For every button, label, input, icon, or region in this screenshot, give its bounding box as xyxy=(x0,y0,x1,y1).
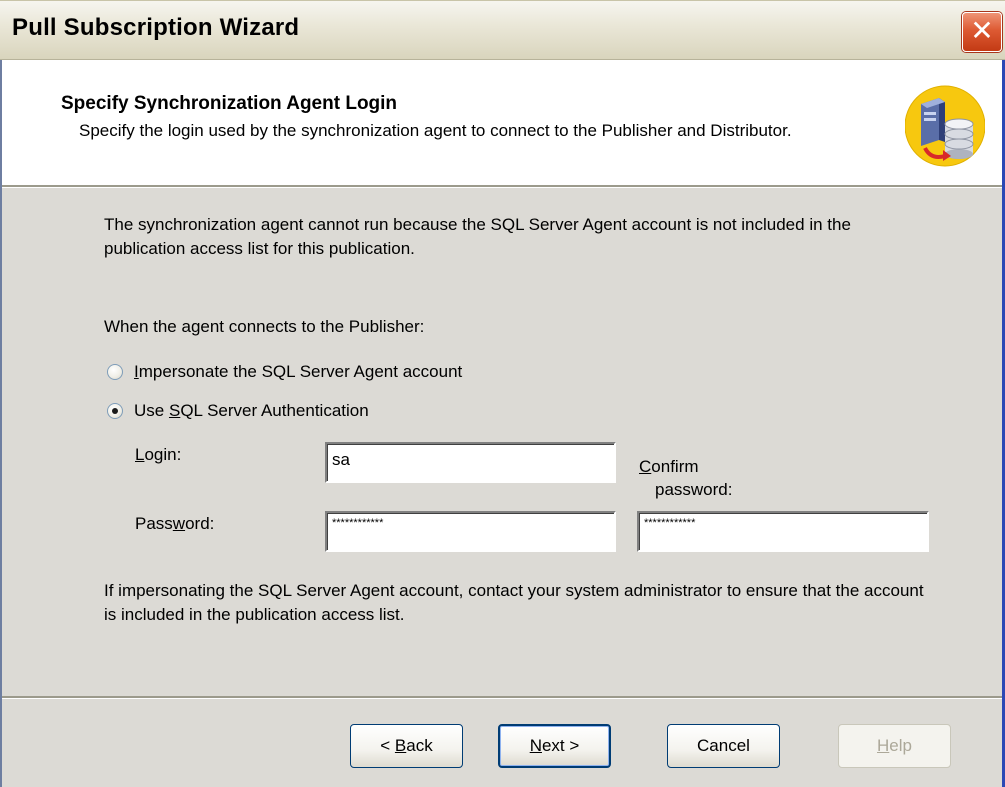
password-label: Password: xyxy=(135,514,215,533)
connects-label: When the agent connects to the Publisher… xyxy=(104,317,425,336)
login-field[interactable]: sa xyxy=(325,442,616,483)
footer-separator xyxy=(2,696,1002,699)
status-message: The synchronization agent cannot run bec… xyxy=(104,215,851,258)
cancel-button[interactable]: Cancel xyxy=(667,724,780,768)
back-button[interactable]: < Back xyxy=(350,724,463,768)
login-label: Login: xyxy=(135,445,182,464)
confirm-password-field[interactable]: ************ xyxy=(637,511,929,552)
help-button[interactable]: Help xyxy=(838,724,951,768)
close-icon: ✕ xyxy=(970,15,994,46)
radio-selected-dot xyxy=(112,408,118,414)
sql-auth-radio-label[interactable]: Use SQL Server Authentication xyxy=(134,399,369,423)
confirm-password-label-line2: password: xyxy=(655,480,733,499)
database-agent-icon xyxy=(905,85,985,167)
next-button[interactable]: Next > xyxy=(498,724,611,768)
impersonate-radio-label[interactable]: Impersonate the SQL Server Agent account xyxy=(134,360,462,384)
password-field[interactable]: ************ xyxy=(325,511,616,552)
impersonate-radio[interactable] xyxy=(107,364,123,380)
sql-auth-radio[interactable] xyxy=(107,403,123,419)
step-description: Specify the login used by the synchroniz… xyxy=(79,121,792,140)
close-button[interactable]: ✕ xyxy=(962,12,1002,52)
confirm-password-label: Confirm xyxy=(639,457,699,476)
window-title: Pull Subscription Wizard xyxy=(12,14,300,41)
step-title: Specify Synchronization Agent Login xyxy=(61,93,398,114)
impersonation-note: If impersonating the SQL Server Agent ac… xyxy=(104,581,924,624)
